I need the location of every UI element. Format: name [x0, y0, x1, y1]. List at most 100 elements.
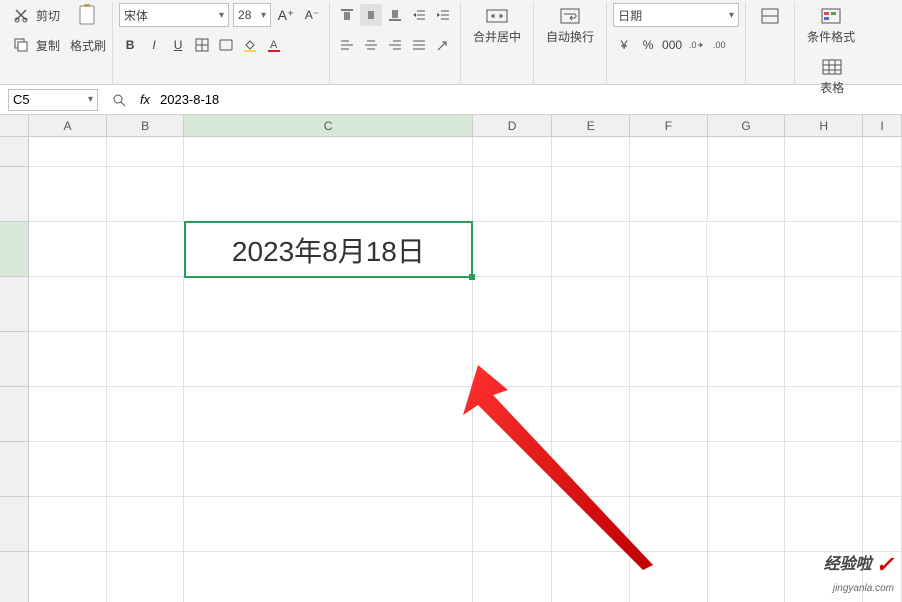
grid-cell[interactable] [630, 137, 708, 167]
grid-cell[interactable] [29, 137, 107, 167]
grid-cell[interactable] [785, 277, 863, 332]
grid-cell[interactable] [29, 497, 107, 552]
grid-cell[interactable] [473, 332, 553, 387]
grid-cell[interactable] [708, 137, 786, 167]
grid-cell[interactable] [107, 222, 185, 277]
grid-cell[interactable] [863, 222, 902, 277]
align-middle-icon[interactable] [360, 4, 382, 26]
comma-icon[interactable]: 000 [661, 34, 683, 56]
grid-cell[interactable] [107, 277, 185, 332]
select-all-corner[interactable] [0, 115, 29, 136]
copy-label[interactable]: 复制 [36, 37, 60, 54]
grid-cell[interactable] [552, 387, 630, 442]
align-top-icon[interactable] [336, 4, 358, 26]
row-header[interactable] [0, 442, 29, 497]
zoom-icon[interactable] [110, 92, 128, 108]
grid-cell[interactable] [863, 137, 902, 167]
grid-cell[interactable] [630, 387, 708, 442]
paste-button[interactable] [70, 0, 106, 32]
wrap-text-button[interactable]: 自动换行 [540, 2, 600, 49]
row-header[interactable] [0, 332, 29, 387]
row-header[interactable] [0, 387, 29, 442]
grid-cell[interactable] [473, 137, 553, 167]
grid-cell[interactable] [630, 552, 708, 602]
grid-cell[interactable] [708, 332, 786, 387]
grid-cell[interactable] [708, 387, 786, 442]
increase-decimal-icon[interactable]: .00 [709, 34, 731, 56]
grid-cell[interactable] [107, 332, 185, 387]
grid-cell[interactable] [473, 552, 553, 602]
grid-cell[interactable] [473, 167, 553, 222]
grid-cell[interactable] [552, 222, 630, 277]
grid-cell[interactable] [785, 332, 863, 387]
grid-cell[interactable] [184, 497, 472, 552]
name-box[interactable]: C5 ▾ [8, 89, 98, 111]
merge-center-button[interactable]: 合并居中 [467, 2, 527, 49]
grid-cell[interactable] [184, 332, 472, 387]
cell-style-icon[interactable] [215, 34, 237, 56]
grid-cell[interactable] [708, 552, 786, 602]
grid-cell[interactable] [107, 497, 185, 552]
grid-cell[interactable] [107, 167, 185, 222]
fill-color-icon[interactable] [239, 34, 261, 56]
grid-cell[interactable] [630, 167, 708, 222]
cut-label[interactable]: 剪切 [36, 7, 60, 24]
grid-cell[interactable] [708, 442, 786, 497]
grid-cell[interactable] [107, 387, 185, 442]
grid-cell[interactable] [785, 222, 863, 277]
increase-font-icon[interactable]: A⁺ [275, 4, 297, 26]
row-header[interactable] [0, 552, 29, 602]
row-col-button[interactable] [752, 2, 788, 30]
grid-cell[interactable] [863, 497, 902, 552]
grid-cell[interactable] [29, 277, 107, 332]
grid-cell[interactable] [863, 332, 902, 387]
col-header-i[interactable]: I [863, 115, 902, 136]
justify-icon[interactable] [408, 34, 430, 56]
grid-cell[interactable] [630, 332, 708, 387]
align-left-icon[interactable] [336, 34, 358, 56]
decrease-font-icon[interactable]: A⁻ [301, 4, 323, 26]
align-bottom-icon[interactable] [384, 4, 406, 26]
orientation-icon[interactable] [432, 34, 454, 56]
col-header-h[interactable]: H [785, 115, 863, 136]
grid-cell[interactable] [863, 442, 902, 497]
italic-icon[interactable]: I [143, 34, 165, 56]
grid-cell[interactable] [552, 137, 630, 167]
grid-cell[interactable] [184, 137, 472, 167]
decrease-decimal-icon[interactable]: .0 [685, 34, 707, 56]
row-header[interactable] [0, 222, 29, 277]
row-header[interactable] [0, 137, 29, 167]
grid-cell[interactable] [863, 277, 902, 332]
grid-cell[interactable] [473, 277, 553, 332]
currency-icon[interactable]: ¥ [613, 34, 635, 56]
grid-cell[interactable] [785, 167, 863, 222]
grid-cell[interactable] [785, 137, 863, 167]
grid-cell[interactable] [29, 167, 107, 222]
cut-icon[interactable] [10, 4, 32, 26]
align-right-icon[interactable] [384, 34, 406, 56]
grid-cell[interactable] [863, 387, 902, 442]
grid-cell[interactable] [708, 497, 786, 552]
grid-cell[interactable] [552, 442, 630, 497]
col-header-c[interactable]: C [184, 115, 472, 136]
grid-cell[interactable] [184, 167, 472, 222]
border-icon[interactable] [191, 34, 213, 56]
grid-cell[interactable] [29, 552, 107, 602]
font-name-select[interactable]: 宋体 ▾ [119, 3, 229, 27]
align-center-icon[interactable] [360, 34, 382, 56]
grid-cell[interactable] [552, 167, 630, 222]
grid-cell[interactable] [630, 277, 708, 332]
format-painter-label[interactable]: 格式刷 [70, 37, 106, 54]
grid-cell[interactable] [708, 167, 786, 222]
grid-cell[interactable] [184, 442, 472, 497]
bold-icon[interactable]: B [119, 34, 141, 56]
grid-cell[interactable] [708, 277, 786, 332]
font-size-select[interactable]: 28 ▾ [233, 3, 271, 27]
grid-cell[interactable] [630, 497, 708, 552]
grid-cell[interactable] [552, 277, 630, 332]
col-header-e[interactable]: E [552, 115, 630, 136]
grid-cell[interactable] [630, 222, 708, 277]
col-header-a[interactable]: A [29, 115, 107, 136]
col-header-b[interactable]: B [107, 115, 185, 136]
copy-icon[interactable] [10, 34, 32, 56]
